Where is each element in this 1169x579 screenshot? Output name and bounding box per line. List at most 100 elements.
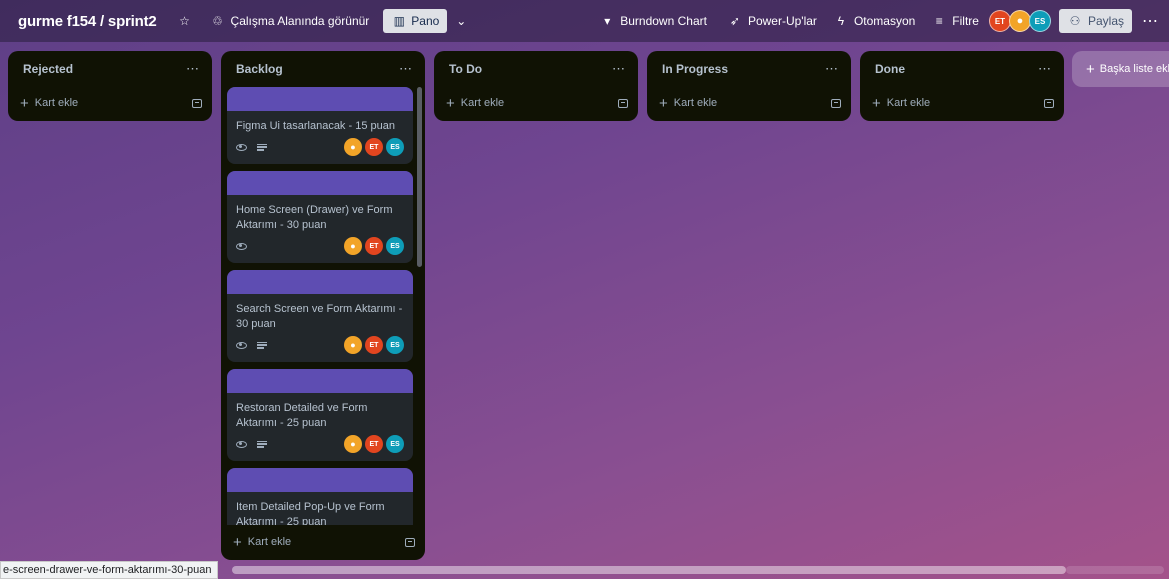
card-members: ● ET ES (341, 435, 404, 453)
avatar-et[interactable]: ET (365, 435, 383, 453)
card[interactable]: Home Screen (Drawer) ve Form Aktarımı - … (227, 171, 413, 263)
list-backlog: Backlog ⋯ Figma Ui tasarlanacak - 15 pua… (221, 51, 425, 560)
avatar-user[interactable]: ● (344, 237, 362, 255)
avatar-es[interactable]: ES (386, 435, 404, 453)
list-scrollbar[interactable] (417, 87, 422, 267)
list-title[interactable]: Done (875, 62, 905, 76)
card[interactable]: Restoran Detailed ve Form Aktarımı - 25 … (227, 369, 413, 461)
board-scrollbar-thumb[interactable] (232, 566, 1066, 574)
chevron-down-icon: ⌄ (456, 14, 467, 28)
list-rejected: Rejected ⋯ + Kart ekle (8, 51, 212, 121)
list-menu-icon[interactable]: ⋯ (825, 61, 839, 77)
add-card-row: + Kart ekle (221, 526, 425, 558)
filter-button[interactable]: ≡ Filtre (925, 7, 985, 35)
list-done: Done ⋯ + Kart ekle (860, 51, 1064, 121)
card-title: Figma Ui tasarlanacak - 15 puan (236, 120, 395, 132)
add-card-button[interactable]: + Kart ekle (446, 95, 504, 112)
powerups-button[interactable]: ➶ Power-Up'lar (721, 7, 823, 35)
list-menu-icon[interactable]: ⋯ (186, 61, 200, 77)
add-card-row: + Kart ekle (8, 87, 212, 119)
visibility-button[interactable]: ♲ Çalışma Alanında görünür (204, 7, 376, 35)
view-label: Pano (411, 14, 440, 28)
list-title[interactable]: To Do (449, 62, 482, 76)
avatar-es[interactable]: ES (386, 237, 404, 255)
template-icon[interactable] (1044, 98, 1054, 108)
card-title: Home Screen (Drawer) ve Form Aktarımı - … (236, 204, 393, 231)
share-button[interactable]: ⚇ Paylaş (1058, 9, 1132, 33)
add-card-label: Kart ekle (34, 97, 79, 109)
eye-icon (236, 143, 247, 151)
add-card-label: Kart ekle (460, 97, 505, 109)
list-menu-icon[interactable]: ⋯ (1038, 61, 1052, 77)
avatar-es[interactable]: ES (386, 138, 404, 156)
rocket-icon: ➶ (729, 14, 740, 28)
add-list-button[interactable]: + Başka liste ekle (1072, 51, 1169, 87)
avatar-user[interactable]: ● (344, 336, 362, 354)
eye-icon (236, 341, 247, 349)
add-card-button[interactable]: + Kart ekle (20, 95, 78, 112)
card-title: Item Detailed Pop-Up ve Form Aktarımı - … (236, 501, 385, 525)
burndown-button[interactable]: ▾ Burndown Chart (593, 7, 713, 35)
add-card-button[interactable]: + Kart ekle (659, 95, 717, 112)
card-members: ● ET ES (341, 336, 404, 354)
avatar-user[interactable]: ● (344, 138, 362, 156)
view-switch-button[interactable]: ▥ Pano (383, 9, 448, 33)
template-icon[interactable] (831, 98, 841, 108)
card[interactable]: Search Screen ve Form Aktarımı - 30 puan… (227, 270, 413, 362)
list-menu-icon[interactable]: ⋯ (612, 61, 626, 77)
plus-icon: + (659, 94, 668, 112)
board-title[interactable]: gurme f154 / sprint2 (18, 13, 157, 30)
template-icon[interactable] (618, 98, 628, 108)
card-title: Search Screen ve Form Aktarımı - 30 puan (236, 303, 403, 330)
avatar-es[interactable]: ES (1028, 10, 1051, 32)
share-label: Paylaş (1087, 14, 1124, 28)
automation-button[interactable]: ϟ Otomasyon (827, 7, 921, 35)
filter-icon: ≡ (935, 14, 943, 28)
lightning-icon: ϟ (837, 14, 845, 28)
plus-icon: + (233, 533, 242, 551)
template-icon[interactable] (192, 98, 202, 108)
status-url: e-screen-drawer-ve-form-aktarımı-30-puan (0, 561, 219, 579)
list-header: To Do ⋯ (434, 51, 638, 87)
powerups-label: Power-Up'lar (747, 14, 817, 28)
board-scrollbar-track[interactable] (1066, 566, 1164, 574)
burndown-icon: ▾ (604, 14, 611, 28)
avatar-es[interactable]: ES (386, 336, 404, 354)
add-card-button[interactable]: + Kart ekle (233, 534, 291, 551)
view-dropdown-button[interactable]: ⌄ (447, 7, 480, 35)
board-icon: ▥ (393, 14, 405, 28)
plus-icon: + (872, 94, 881, 112)
list-todo: To Do ⋯ + Kart ekle (434, 51, 638, 121)
description-icon (257, 143, 267, 151)
list-header: Done ⋯ (860, 51, 1064, 87)
add-card-button[interactable]: + Kart ekle (872, 95, 930, 112)
burndown-label: Burndown Chart (620, 14, 707, 28)
card-cover (227, 468, 413, 492)
avatar-et[interactable]: ET (365, 237, 383, 255)
template-icon[interactable] (405, 537, 415, 547)
avatar-et[interactable]: ET (365, 336, 383, 354)
list-header: In Progress ⋯ (647, 51, 851, 87)
list-title[interactable]: In Progress (662, 62, 728, 76)
description-icon (257, 440, 267, 448)
avatar-user[interactable]: ● (344, 435, 362, 453)
automation-label: Otomasyon (853, 14, 916, 28)
card-list: Figma Ui tasarlanacak - 15 puan ● ET ES … (227, 87, 413, 525)
list-title[interactable]: Rejected (23, 62, 73, 76)
add-card-label: Kart ekle (886, 97, 931, 109)
list-in-progress: In Progress ⋯ + Kart ekle (647, 51, 851, 121)
card-members: ● ET ES (341, 138, 404, 156)
eye-icon (236, 440, 247, 448)
user-icon: ● (350, 439, 356, 449)
avatar-et[interactable]: ET (988, 10, 1011, 32)
add-card-label: Kart ekle (247, 536, 292, 548)
star-button[interactable]: ☆ (171, 7, 204, 35)
list-title[interactable]: Backlog (236, 62, 283, 76)
list-menu-icon[interactable]: ⋯ (399, 61, 413, 77)
more-menu-button[interactable]: ⋯ (1142, 11, 1159, 31)
add-person-icon: ⚇ (1069, 14, 1081, 28)
card[interactable]: Item Detailed Pop-Up ve Form Aktarımı - … (227, 468, 413, 525)
card[interactable]: Figma Ui tasarlanacak - 15 puan ● ET ES (227, 87, 413, 164)
avatar-et[interactable]: ET (365, 138, 383, 156)
avatar-user[interactable]: ● (1008, 10, 1031, 32)
